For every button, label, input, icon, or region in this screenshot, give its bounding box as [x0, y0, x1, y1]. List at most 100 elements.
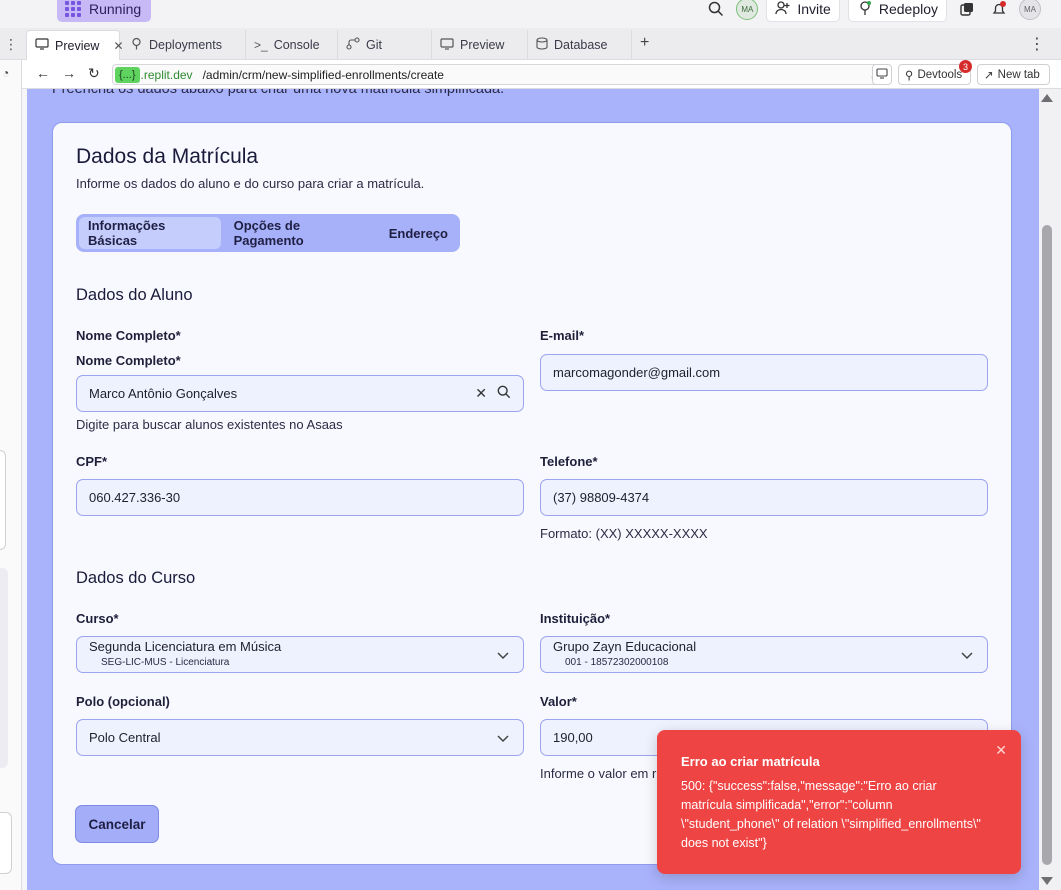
new-tab-button[interactable]: ↗ New tab [977, 64, 1050, 85]
institution-select[interactable]: Grupo Zayn Educacional 001 - 18572302000… [540, 636, 988, 673]
phone-field[interactable]: (37) 98809-4374 [540, 479, 988, 516]
url-field[interactable]: {...} .replit.dev /admin/crm/new-simplif… [112, 64, 888, 85]
tab-basic-info[interactable]: Informações Básicas [79, 217, 221, 249]
redeploy-button[interactable]: Redeploy [847, 0, 947, 22]
value-help-text: Informe o valor em r [540, 766, 657, 781]
course-code: SEG-LIC-MUS - Licenciatura [101, 656, 230, 668]
tab-label: Console [273, 38, 320, 52]
host-badge: {...} [115, 66, 140, 83]
devtools-count-badge: 3 [959, 60, 972, 73]
phone-help-text: Formato: (XX) XXXXX-XXXX [540, 526, 708, 541]
chevron-down-icon [961, 648, 973, 664]
cpf-field[interactable]: 060.427.336-30 [76, 479, 524, 516]
value-label: Valor* [540, 694, 577, 709]
polo-value: Polo Central [89, 730, 161, 745]
deploy-icon [130, 37, 143, 53]
tab-console[interactable]: >_ Console [246, 30, 338, 60]
redeploy-label: Redeploy [878, 1, 938, 17]
external-link-icon: ↗ [984, 69, 994, 82]
redeploy-icon [857, 0, 873, 19]
back-arrow-icon[interactable]: ← [36, 65, 50, 81]
monitor-icon [35, 38, 49, 53]
toast-title: Erro ao criar matrícula [681, 754, 820, 769]
notification-bell-icon[interactable] [987, 0, 1011, 21]
devtools-label: Devtools [917, 68, 963, 81]
name-label-inner: Nome Completo* [76, 353, 181, 368]
new-tab-label: New tab [997, 68, 1040, 81]
tab-database[interactable]: Database [528, 30, 632, 60]
more-vertical-icon[interactable]: ⋮ [1029, 34, 1045, 54]
tab-git[interactable]: Git [338, 30, 432, 60]
tab-label: Preview [460, 38, 505, 52]
name-label: Nome Completo* [76, 328, 181, 343]
invite-label: Invite [797, 1, 831, 17]
cpf-value: 060.427.336-30 [89, 490, 181, 505]
cpf-label: CPF* [76, 454, 108, 469]
page-subtitle: Informe os dados do aluno e do curso par… [76, 176, 425, 191]
device-toggle-button[interactable] [872, 64, 892, 85]
monitor-icon [876, 67, 888, 82]
clear-icon[interactable]: ✕ [475, 385, 487, 402]
email-field[interactable]: marcomagonder@gmail.com [540, 354, 988, 391]
phone-value: (37) 98809-4374 [553, 490, 650, 505]
chevron-down-icon [497, 648, 509, 664]
institution-code: 001 - 18572302000108 [565, 656, 669, 668]
git-icon [346, 37, 360, 53]
course-label: Curso* [76, 611, 119, 626]
tab-deployments[interactable]: Deployments [122, 30, 246, 60]
email-value: marcomagonder@gmail.com [553, 365, 721, 380]
url-path: /admin/crm/new-simplified-enrollments/cr… [202, 67, 444, 82]
forward-arrow-icon[interactable]: → [62, 65, 76, 81]
name-help-text: Digite para buscar alunos existentes no … [76, 417, 343, 432]
page-title: Dados da Matrícula [76, 145, 259, 168]
run-grid-icon [65, 1, 81, 17]
student-name-input[interactable]: Marco Antônio Gonçalves ✕ [76, 375, 524, 412]
tab-preview-2[interactable]: Preview [432, 30, 528, 60]
reload-icon[interactable]: ↻ [88, 65, 100, 82]
tab-label: Database [554, 38, 608, 52]
email-label: E-mail* [540, 328, 585, 343]
database-icon [536, 37, 548, 53]
side-gutter: ◔ [0, 60, 22, 890]
scroll-up-arrow-icon[interactable] [1041, 94, 1053, 102]
devtools-button[interactable]: ⚲ Devtools 3 [898, 60, 972, 85]
search-icon[interactable] [497, 385, 511, 402]
tab-address[interactable]: Endereço [380, 217, 457, 249]
preview-scrollbar[interactable] [1039, 89, 1061, 890]
scrollbar-thumb[interactable] [1042, 225, 1052, 865]
terminal-icon: >_ [254, 38, 268, 52]
course-select[interactable]: Segunda Licenciatura em Música SEG-LIC-M… [76, 636, 524, 673]
tab-preview[interactable]: Preview ✕ [26, 30, 124, 60]
window-icon[interactable] [955, 0, 979, 21]
top-actions: MA Invite Redeploy MA [704, 0, 1041, 22]
more-vertical-icon[interactable]: ⋮ [0, 28, 22, 60]
preview-url-bar: ← → ↻ {...} .replit.dev /admin/crm/new-s… [22, 60, 1061, 89]
wrench-icon: ⚲ [905, 69, 914, 82]
scroll-down-arrow-icon[interactable] [1041, 877, 1053, 885]
polo-select[interactable]: Polo Central [76, 719, 524, 756]
add-tab-icon[interactable]: + [640, 34, 649, 52]
invite-button[interactable]: Invite [766, 0, 840, 22]
tab-payment-options[interactable]: Opções de Pagamento [225, 217, 376, 249]
user-avatar[interactable]: MA [1019, 0, 1041, 20]
top-app-bar: Running MA Invite Redeploy MA [0, 0, 1061, 28]
close-icon[interactable]: ✕ [995, 742, 1007, 759]
url-host: .replit.dev [140, 67, 193, 82]
speedometer-icon[interactable]: ◔ [2, 66, 9, 80]
course-value: Segunda Licenciatura em Música [89, 638, 282, 654]
student-name-value: Marco Antônio Gonçalves [89, 386, 238, 401]
search-icon[interactable] [704, 0, 728, 21]
toast-message: 500: {"success":false,"message":"Erro ao… [681, 779, 981, 850]
tab-label: Deployments [149, 38, 222, 52]
error-toast: Erro ao criar matrícula 500: {"success":… [657, 730, 1021, 874]
workspace-tabs-bar: ⋮ Preview ✕ Deployments >_ Console Git P… [0, 28, 1061, 60]
cancel-button[interactable]: Cancelar [75, 805, 159, 843]
add-user-icon [775, 0, 791, 19]
side-panel-fragment [0, 812, 12, 874]
course-section-title: Dados do Curso [76, 569, 196, 587]
value-amount: 190,00 [553, 730, 593, 745]
collaborator-avatar[interactable]: MA [736, 0, 759, 20]
institution-label: Instituição* [540, 611, 611, 626]
run-status-button[interactable]: Running [57, 0, 152, 22]
phone-label: Telefone* [540, 454, 598, 469]
